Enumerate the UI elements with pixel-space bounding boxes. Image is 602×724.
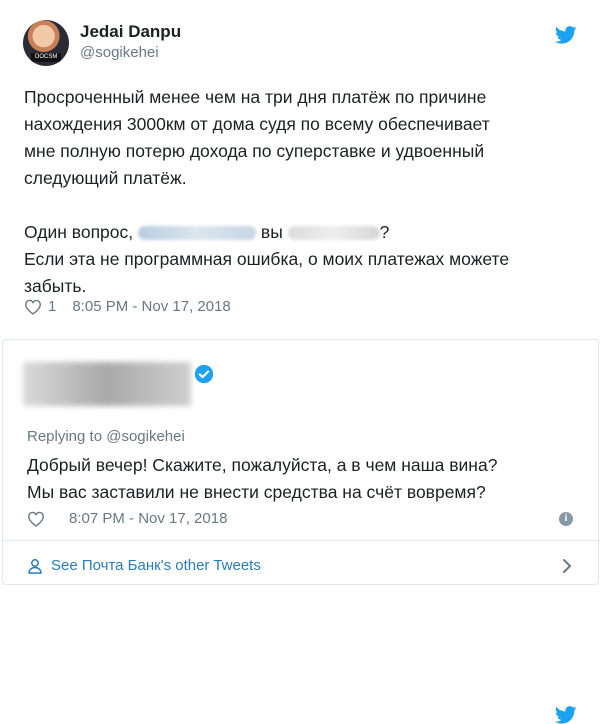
tweet-line: следующий платёж. bbox=[24, 168, 187, 188]
tweet-line: Если эта не программная ошибка, о моих п… bbox=[24, 249, 510, 269]
see-other-tweets-link[interactable]: See Почта Банк's other Tweets bbox=[27, 557, 261, 574]
twitter-bird-icon[interactable] bbox=[555, 706, 577, 724]
info-icon[interactable]: i bbox=[559, 512, 573, 526]
reply-meta: 8:07 PM - Nov 17, 2018 bbox=[27, 510, 227, 527]
heart-icon[interactable] bbox=[24, 299, 42, 315]
tweet-line: забыть. bbox=[24, 276, 87, 296]
twitter-bird-icon[interactable] bbox=[555, 26, 577, 44]
tweet-line: нахождения 3000км от дома судя по всему … bbox=[24, 114, 490, 134]
tweet-original: OOCSM Jedai Danpu @sogikehei Просроченны… bbox=[0, 0, 602, 330]
divider bbox=[3, 540, 598, 541]
timestamp[interactable]: 8:05 PM - Nov 17, 2018 bbox=[72, 298, 230, 315]
question-middle: вы bbox=[260, 222, 283, 242]
tweet-question-line: Один вопрос, вы ? bbox=[24, 219, 584, 246]
tweet-text: Просроченный менее чем на три дня платёж… bbox=[24, 84, 584, 300]
avatar[interactable]: OOCSM bbox=[23, 20, 69, 66]
author-name[interactable]: Jedai Danpu bbox=[80, 22, 181, 42]
verified-badge-icon bbox=[194, 364, 214, 384]
avatar-badge: OOCSM bbox=[31, 53, 61, 62]
author-handle[interactable]: @sogikehei bbox=[80, 44, 159, 61]
embedded-reply-tweet: Replying to @sogikehei Добрый вечер! Ска… bbox=[2, 339, 599, 724]
reply-text: Добрый вечер! Скажите, пожалуйста, а в ч… bbox=[27, 452, 587, 506]
chevron-right-icon[interactable] bbox=[561, 558, 573, 574]
blurred-author bbox=[23, 362, 191, 406]
heart-icon[interactable] bbox=[27, 511, 45, 527]
question-prefix: Один вопрос, bbox=[24, 222, 134, 242]
like-count: 1 bbox=[48, 298, 57, 315]
timestamp[interactable]: 8:07 PM - Nov 17, 2018 bbox=[69, 510, 227, 527]
question-suffix: ? bbox=[379, 222, 390, 242]
tweet-line: Просроченный менее чем на три дня платёж… bbox=[24, 87, 487, 107]
replying-to[interactable]: Replying to @sogikehei bbox=[27, 428, 185, 445]
reply-line: Мы вас заставили не внести средства на с… bbox=[27, 482, 486, 502]
person-icon bbox=[28, 558, 42, 574]
tweet-line: мне полную потерю дохода по суперставке … bbox=[24, 141, 485, 161]
reply-line: Добрый вечер! Скажите, пожалуйста, а в ч… bbox=[27, 455, 498, 475]
blurred-word bbox=[287, 226, 380, 241]
see-other-tweets-label[interactable]: See Почта Банк's other Tweets bbox=[51, 557, 261, 574]
blurred-mention bbox=[138, 226, 257, 241]
tweet-meta: 1 8:05 PM - Nov 17, 2018 bbox=[24, 298, 231, 315]
